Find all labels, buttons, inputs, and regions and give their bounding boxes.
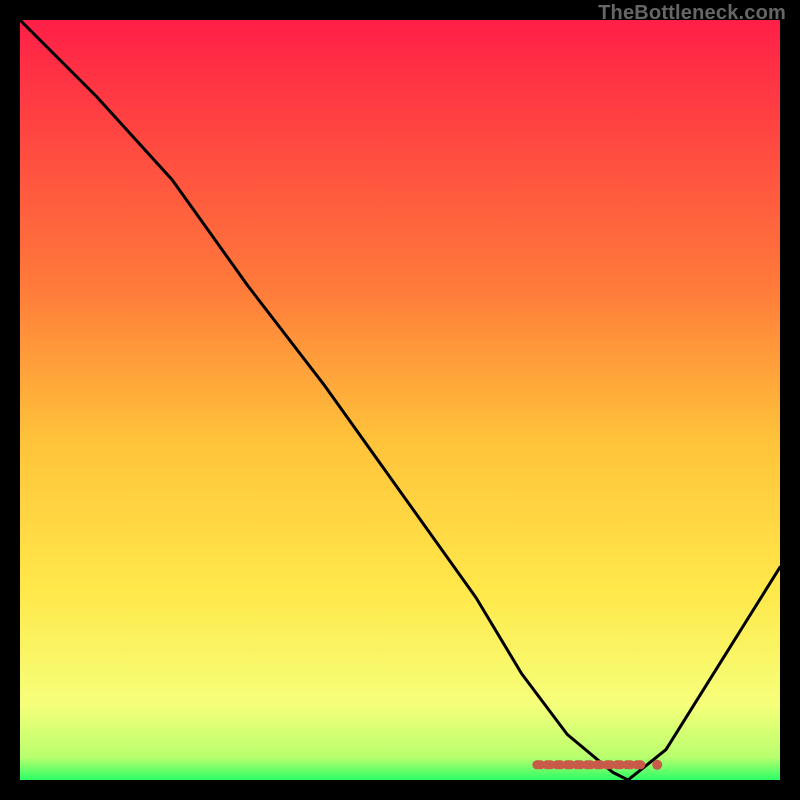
bottleneck-chart <box>20 20 780 780</box>
optimal-markers <box>537 760 662 770</box>
chart-frame: TheBottleneck.com <box>0 0 800 800</box>
gradient-background <box>20 20 780 780</box>
